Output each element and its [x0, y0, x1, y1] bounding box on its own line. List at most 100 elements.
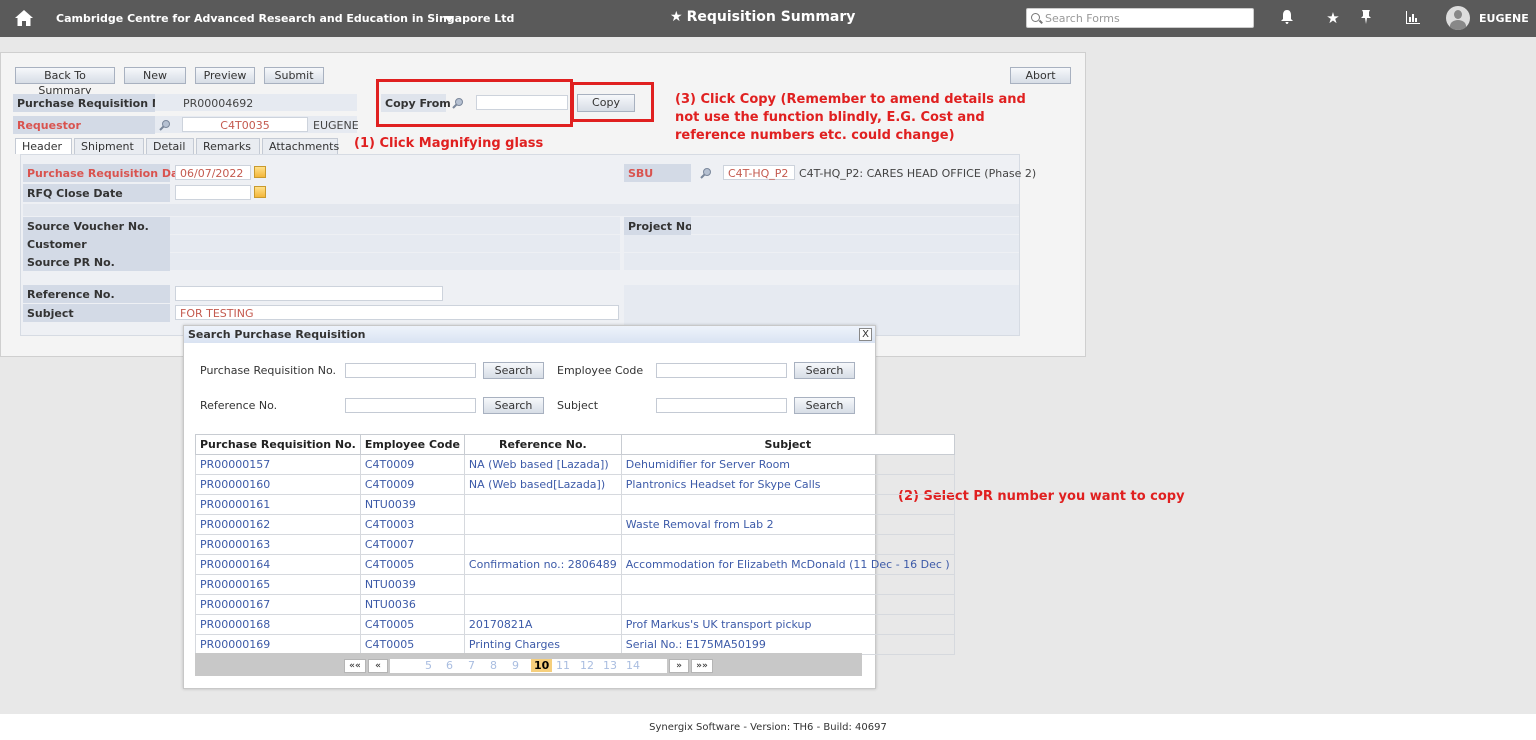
- dialog-employee-input[interactable]: [656, 363, 787, 378]
- table-cell[interactable]: 20170821A: [463, 614, 622, 635]
- rfq-close-field[interactable]: [175, 185, 251, 200]
- table-row[interactable]: PR00000168 C4T0005 20170821A Prof Markus's …: [195, 614, 955, 635]
- page-number[interactable]: 5: [425, 659, 432, 672]
- tab-shipment[interactable]: Shipment: [74, 138, 144, 154]
- user-name[interactable]: EUGENE: [1479, 12, 1529, 25]
- table-cell[interactable]: NTU0036: [359, 594, 465, 615]
- tab-detail[interactable]: Detail: [146, 138, 194, 154]
- table-cell[interactable]: NTU0039: [359, 494, 465, 515]
- table-cell[interactable]: Dehumidifier for Server Room: [620, 454, 955, 475]
- first-page-button[interactable]: ««: [344, 659, 366, 673]
- dialog-reference-input[interactable]: [345, 398, 476, 413]
- pin-icon[interactable]: [1357, 9, 1375, 27]
- table-cell[interactable]: PR00000163: [195, 534, 361, 555]
- table-cell[interactable]: Plantronics Headset for Skype Calls: [620, 474, 955, 495]
- search-reference-button[interactable]: Search: [483, 397, 544, 414]
- table-cell[interactable]: [463, 514, 622, 535]
- table-cell[interactable]: [620, 594, 955, 615]
- table-cell[interactable]: Printing Charges: [463, 634, 622, 655]
- subject-field[interactable]: FOR TESTING: [175, 305, 619, 320]
- table-cell[interactable]: PR00000168: [195, 614, 361, 635]
- table-cell[interactable]: [620, 574, 955, 595]
- table-cell[interactable]: [463, 574, 622, 595]
- page-number[interactable]: 6: [446, 659, 453, 672]
- magnifier-icon[interactable]: [700, 167, 712, 179]
- table-row[interactable]: PR00000163 C4T0007: [195, 534, 955, 555]
- star-icon[interactable]: ★: [1324, 9, 1342, 27]
- table-cell[interactable]: Serial No.: E175MA50199: [620, 634, 955, 655]
- page-number[interactable]: 11: [556, 659, 570, 672]
- table-cell[interactable]: C4T0003: [359, 514, 465, 535]
- submit-button[interactable]: Submit: [264, 67, 324, 84]
- preview-button[interactable]: Preview: [195, 67, 255, 84]
- next-page-button[interactable]: »: [669, 659, 689, 673]
- page-number[interactable]: 13: [603, 659, 617, 672]
- pr-date-field[interactable]: 06/07/2022: [175, 165, 251, 180]
- table-cell[interactable]: Accommodation for Elizabeth McDonald (11…: [620, 554, 955, 575]
- avatar[interactable]: [1446, 6, 1470, 30]
- reference-no-field[interactable]: [175, 286, 443, 301]
- tab-remarks[interactable]: Remarks: [196, 138, 260, 154]
- sbu-code-field[interactable]: C4T-HQ_P2: [723, 165, 795, 180]
- home-icon[interactable]: [14, 9, 34, 27]
- table-row[interactable]: PR00000157 C4T0009 NA (Web based [Lazada])…: [195, 454, 955, 475]
- page-number[interactable]: 14: [626, 659, 640, 672]
- table-cell[interactable]: C4T0009: [359, 454, 465, 475]
- search-subject-button[interactable]: Search: [794, 397, 855, 414]
- table-cell[interactable]: [463, 534, 622, 555]
- table-cell[interactable]: C4T0007: [359, 534, 465, 555]
- last-page-button[interactable]: »»: [691, 659, 713, 673]
- prev-page-button[interactable]: «: [368, 659, 388, 673]
- table-row[interactable]: PR00000161 NTU0039: [195, 494, 955, 515]
- table-cell[interactable]: NTU0039: [359, 574, 465, 595]
- table-cell[interactable]: PR00000162: [195, 514, 361, 535]
- table-cell[interactable]: PR00000167: [195, 594, 361, 615]
- table-row[interactable]: PR00000162 C4T0003 Waste Removal from Lab …: [195, 514, 955, 535]
- new-button[interactable]: New: [124, 67, 186, 84]
- search-input[interactable]: Search Forms: [1026, 8, 1254, 28]
- table-cell[interactable]: [620, 494, 955, 515]
- table-cell[interactable]: Waste Removal from Lab 2: [620, 514, 955, 535]
- dialog-pr-no-input[interactable]: [345, 363, 476, 378]
- magnifier-icon[interactable]: [159, 119, 171, 131]
- search-pr-no-button[interactable]: Search: [483, 362, 544, 379]
- page-number[interactable]: 7: [468, 659, 475, 672]
- dialog-subject-input[interactable]: [656, 398, 787, 413]
- table-cell[interactable]: PR00000164: [195, 554, 361, 575]
- table-cell[interactable]: C4T0005: [359, 614, 465, 635]
- page-number[interactable]: 9: [512, 659, 519, 672]
- search-employee-button[interactable]: Search: [794, 362, 855, 379]
- table-cell[interactable]: NA (Web based[Lazada]): [463, 474, 622, 495]
- abort-button[interactable]: Abort: [1010, 67, 1071, 84]
- table-cell[interactable]: C4T0005: [359, 634, 465, 655]
- table-row[interactable]: PR00000165 NTU0039: [195, 574, 955, 595]
- chart-icon[interactable]: [1404, 9, 1422, 27]
- table-row[interactable]: PR00000167 NTU0036: [195, 594, 955, 615]
- tab-header[interactable]: Header: [15, 138, 72, 154]
- table-cell[interactable]: C4T0009: [359, 474, 465, 495]
- table-row[interactable]: PR00000169 C4T0005 Printing Charges Serial …: [195, 634, 955, 655]
- tab-attachments[interactable]: Attachments: [262, 138, 339, 154]
- table-cell[interactable]: [620, 534, 955, 555]
- table-cell[interactable]: [463, 494, 622, 515]
- table-cell[interactable]: Confirmation no.: 2806489: [463, 554, 622, 575]
- table-cell[interactable]: PR00000160: [195, 474, 361, 495]
- table-row[interactable]: PR00000164 C4T0005 Confirmation no.: 28064…: [195, 554, 955, 575]
- chevron-down-icon[interactable]: [444, 16, 454, 22]
- page-number[interactable]: 8: [490, 659, 497, 672]
- table-cell[interactable]: NA (Web based [Lazada]): [463, 454, 622, 475]
- calendar-icon[interactable]: [254, 166, 266, 178]
- requestor-code-field[interactable]: C4T0035: [182, 117, 308, 132]
- table-cell[interactable]: [463, 594, 622, 615]
- table-row[interactable]: PR00000160 C4T0009 NA (Web based[Lazada]) P…: [195, 474, 955, 495]
- calendar-icon[interactable]: [254, 186, 266, 198]
- close-icon[interactable]: X: [859, 328, 872, 341]
- page-number[interactable]: 10: [531, 659, 553, 672]
- table-cell[interactable]: C4T0005: [359, 554, 465, 575]
- table-cell[interactable]: Prof Markus's UK transport pickup: [620, 614, 955, 635]
- table-cell[interactable]: PR00000165: [195, 574, 361, 595]
- table-cell[interactable]: PR00000161: [195, 494, 361, 515]
- back-to-summary-button[interactable]: Back To Summary: [15, 67, 115, 97]
- table-cell[interactable]: PR00000157: [195, 454, 361, 475]
- page-number[interactable]: 12: [580, 659, 594, 672]
